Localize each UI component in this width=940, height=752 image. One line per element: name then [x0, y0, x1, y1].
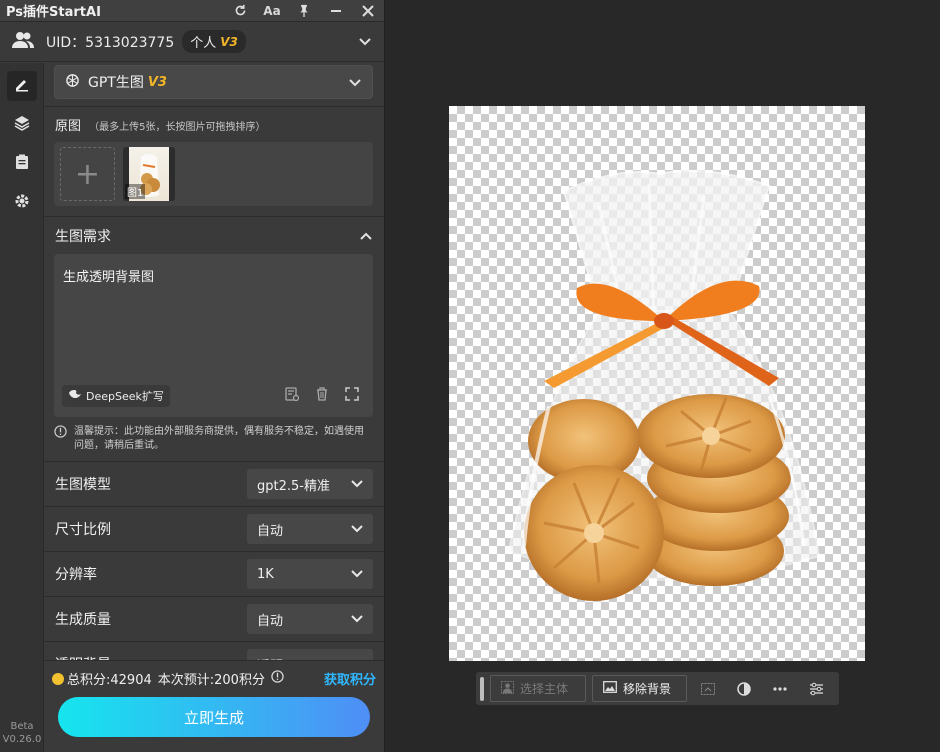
- dropdown-value: 1K: [257, 566, 274, 582]
- requirement-header[interactable]: 生图需求: [44, 216, 385, 254]
- select-subject-label: 选择主体: [520, 682, 569, 696]
- font-size-icon[interactable]: Aa: [256, 0, 288, 22]
- setting-label: 尺寸比例: [55, 522, 111, 538]
- resolution-dropdown[interactable]: 1K: [247, 559, 373, 589]
- chevron-down-icon: [351, 522, 363, 537]
- source-hint: （最多上传5张，长按图片可拖拽排序）: [89, 122, 266, 133]
- model-version: V3: [147, 74, 167, 90]
- deepseek-icon: [68, 389, 82, 403]
- setting-row-resolution: 分辨率 1K: [44, 551, 385, 596]
- select-subject-button[interactable]: 选择主体: [490, 675, 586, 702]
- plan-badge: 个人 V3: [182, 30, 246, 53]
- get-credits-link[interactable]: 获取积分: [324, 669, 376, 688]
- requirement-title: 生图需求: [55, 228, 111, 245]
- setting-label: 生图模型: [55, 477, 111, 493]
- dropdown-value: 自动: [257, 523, 284, 539]
- drag-handle[interactable]: [480, 676, 484, 701]
- prompt-textarea[interactable]: 生成透明背景图 DeepSeek扩写: [54, 254, 373, 417]
- adjustments-icon[interactable]: [801, 675, 831, 702]
- nav-settings[interactable]: [7, 188, 37, 218]
- expand-icon[interactable]: [345, 386, 359, 405]
- user-uid: UID：5313023775: [46, 34, 175, 51]
- deepseek-label: DeepSeek扩写: [86, 390, 164, 403]
- close-icon[interactable]: [352, 0, 384, 22]
- estimated-cost: 本次预计:200积分: [157, 673, 265, 688]
- info-icon[interactable]: [271, 670, 284, 687]
- person-icon: [501, 680, 514, 697]
- dropdown-value: 自动: [257, 613, 284, 629]
- pencil-icon: [14, 76, 30, 96]
- contrast-icon[interactable]: [729, 675, 759, 702]
- remove-bg-label: 移除背景: [623, 682, 672, 696]
- pin-icon[interactable]: [288, 0, 320, 22]
- gear-icon: [14, 193, 30, 213]
- chevron-down-icon: [351, 567, 363, 582]
- image-icon: [603, 681, 617, 696]
- chevron-down-icon: [348, 73, 362, 92]
- info-icon: [54, 425, 68, 461]
- total-credits: 总积分:42904: [67, 673, 152, 688]
- panel-footer: 总积分:42904 本次预计:200积分 获取积分 立即生成: [44, 660, 384, 752]
- document-canvas[interactable]: [449, 106, 865, 661]
- model-label: GPT生图: [88, 75, 144, 91]
- chevron-up-icon: [359, 226, 373, 245]
- source-thumbnail[interactable]: 图1: [123, 147, 175, 201]
- expand-image-icon[interactable]: [693, 675, 723, 702]
- setting-label: 生成质量: [55, 612, 111, 628]
- setting-label: 分辨率: [55, 567, 97, 583]
- version-label: V0.26.0: [2, 734, 42, 745]
- layers-icon: [14, 115, 30, 135]
- plan-version: V3: [220, 34, 238, 49]
- trash-icon[interactable]: [315, 386, 329, 405]
- prompt-tools: [285, 386, 359, 405]
- cookie-bag-image: [507, 169, 821, 601]
- model-dropdown[interactable]: gpt2.5-精准: [247, 469, 373, 499]
- clipboard-icon: [15, 154, 29, 174]
- openai-icon: [65, 73, 80, 92]
- chevron-down-icon: [351, 477, 363, 492]
- panel-title: Ps插件StartAI: [6, 5, 101, 20]
- plan-name: 个人: [190, 36, 217, 51]
- startai-panel: Ps插件StartAI Aa UID：5313023775 个人 V3 Beta…: [0, 0, 385, 752]
- panel-content: GPT生图 V3 原图 （最多上传5张，长按图片可拖拽排序） + 图1 生图需求…: [44, 63, 385, 752]
- canvas-toolbar: 选择主体 移除背景: [476, 672, 839, 705]
- minimize-icon[interactable]: [320, 0, 352, 22]
- beta-label: Beta: [10, 721, 34, 732]
- refresh-icon[interactable]: [224, 0, 256, 22]
- nav-layers[interactable]: [7, 110, 37, 140]
- thumbnail-label: 图1: [125, 184, 146, 199]
- generate-button[interactable]: 立即生成: [58, 697, 370, 737]
- panel-titlebar: Ps插件StartAI Aa: [0, 0, 384, 22]
- model-selector[interactable]: GPT生图 V3: [54, 65, 373, 99]
- history-icon[interactable]: [285, 386, 300, 405]
- quality-dropdown[interactable]: 自动: [247, 604, 373, 634]
- source-title: 原图 （最多上传5张，长按图片可拖拽排序）: [55, 115, 385, 134]
- user-bar[interactable]: UID：5313023775 个人 V3: [0, 22, 384, 62]
- source-heading: 原图: [55, 119, 82, 134]
- source-images: + 图1: [54, 142, 373, 206]
- coin-icon: [52, 672, 64, 685]
- remove-background-button[interactable]: 移除背景: [592, 675, 687, 702]
- left-nav: Beta V0.26.0: [0, 63, 44, 752]
- chevron-down-icon: [351, 612, 363, 627]
- deepseek-expand-button[interactable]: DeepSeek扩写: [62, 385, 170, 407]
- users-icon: [12, 31, 34, 53]
- more-icon[interactable]: [765, 675, 795, 702]
- notice-text: 温馨提示：此功能由外部服务商提供，偶有服务不稳定，如遇使用问题，请稍后重试。: [74, 426, 364, 451]
- add-image-button[interactable]: +: [60, 147, 115, 201]
- chevron-down-icon[interactable]: [358, 32, 372, 51]
- prompt-text[interactable]: 生成透明背景图: [63, 266, 364, 285]
- plus-icon: +: [74, 156, 101, 192]
- setting-row-model: 生图模型 gpt2.5-精准: [44, 461, 385, 506]
- credits-bar: 总积分:42904 本次预计:200积分 获取积分: [44, 661, 384, 688]
- notice: 温馨提示：此功能由外部服务商提供，偶有服务不稳定，如遇使用问题，请稍后重试。: [54, 425, 373, 461]
- setting-row-ratio: 尺寸比例 自动: [44, 506, 385, 551]
- nav-edit[interactable]: [7, 71, 37, 101]
- dropdown-value: gpt2.5-精准: [257, 478, 330, 494]
- version-info: Beta V0.26.0: [0, 720, 44, 746]
- nav-records[interactable]: [7, 149, 37, 179]
- divider: [44, 106, 385, 107]
- ratio-dropdown[interactable]: 自动: [247, 514, 373, 544]
- setting-row-quality: 生成质量 自动: [44, 596, 385, 641]
